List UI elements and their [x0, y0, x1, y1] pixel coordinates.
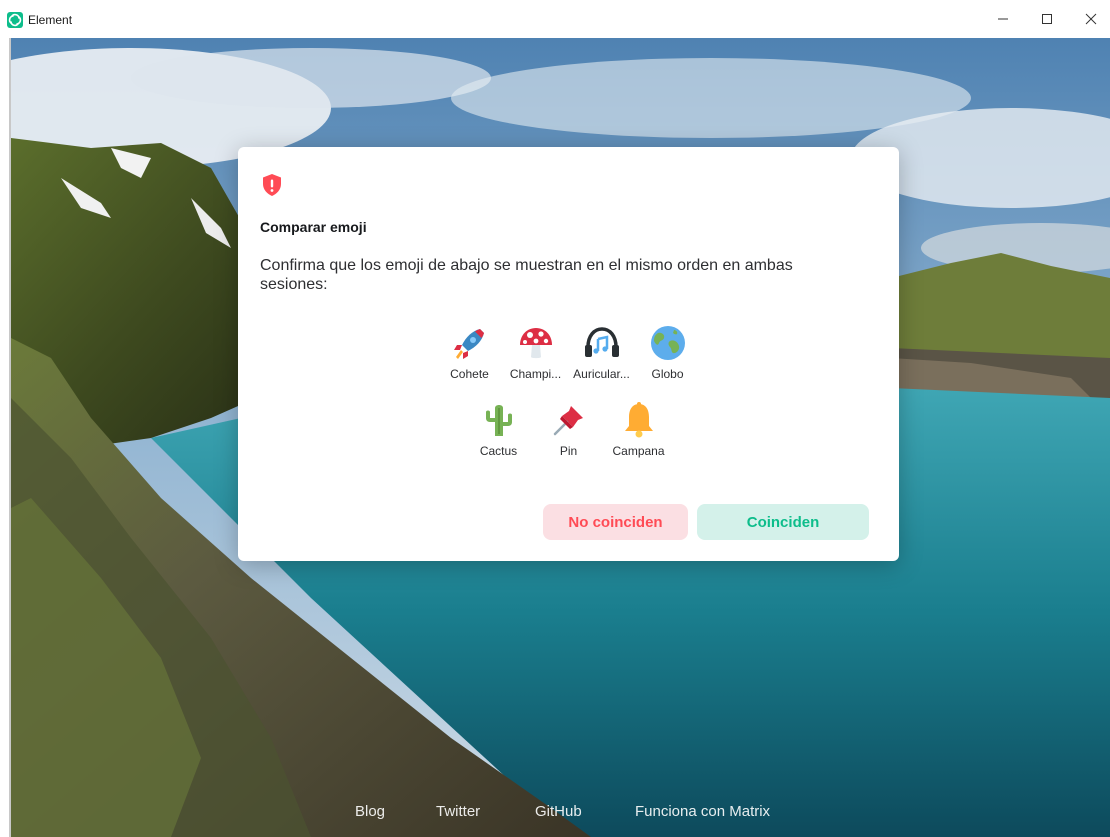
footer-link-matrix[interactable]: Funciona con Matrix: [635, 803, 770, 820]
footer-link-github[interactable]: GitHub: [535, 803, 582, 820]
emoji-item: Globo: [635, 323, 701, 381]
pin-icon: [553, 406, 583, 436]
emoji-item: Champi...: [503, 323, 569, 381]
globe-icon: [650, 326, 685, 360]
window-titlebar: Element: [0, 0, 1110, 38]
emoji-item: Pin: [534, 400, 604, 458]
footer-link-twitter[interactable]: Twitter: [436, 803, 480, 820]
cactus-icon: [485, 405, 512, 436]
emoji-label: Champi...: [509, 367, 562, 381]
emoji-label: Auricular...: [573, 367, 630, 381]
mushroom-icon: [519, 328, 552, 359]
emoji-item: Auricular...: [569, 323, 635, 381]
footer-link-blog[interactable]: Blog: [355, 803, 385, 820]
emoji-item: Cohete: [437, 323, 503, 381]
close-icon: [1085, 13, 1097, 25]
close-button[interactable]: [1071, 4, 1110, 34]
emoji-label: Globo: [651, 367, 684, 381]
minimize-button[interactable]: [983, 4, 1023, 34]
emoji-row: Cohete Champi... Auricular... Globo: [238, 323, 899, 381]
window-title: Element: [28, 13, 73, 27]
emoji-label: Pin: [559, 444, 578, 458]
dialog-description: Confirma que los emoji de abajo se muest…: [260, 257, 793, 293]
maximize-button[interactable]: [1027, 4, 1067, 34]
emoji-item: Campana: [604, 400, 674, 458]
bell-icon: [624, 402, 653, 438]
minimize-icon: [998, 18, 1008, 20]
maximize-icon: [1042, 14, 1052, 24]
emoji-row: Cactus Pin Campana: [238, 400, 899, 458]
shield-warning-icon: [263, 174, 281, 196]
match-button[interactable]: Coinciden: [697, 504, 869, 540]
emoji-label: Cohete: [450, 367, 489, 381]
rocket-icon: [453, 329, 484, 359]
element-logo-icon: [7, 12, 23, 28]
emoji-label: Campana: [612, 444, 665, 458]
emoji-verification-dialog: Comparar emoji Confirma que los emoji de…: [238, 147, 899, 561]
dialog-title: Comparar emoji: [260, 219, 367, 235]
emoji-item: Cactus: [464, 400, 534, 458]
emoji-label: Cactus: [479, 444, 518, 458]
no-match-button[interactable]: No coinciden: [543, 504, 688, 540]
headphones-icon: [584, 327, 619, 357]
